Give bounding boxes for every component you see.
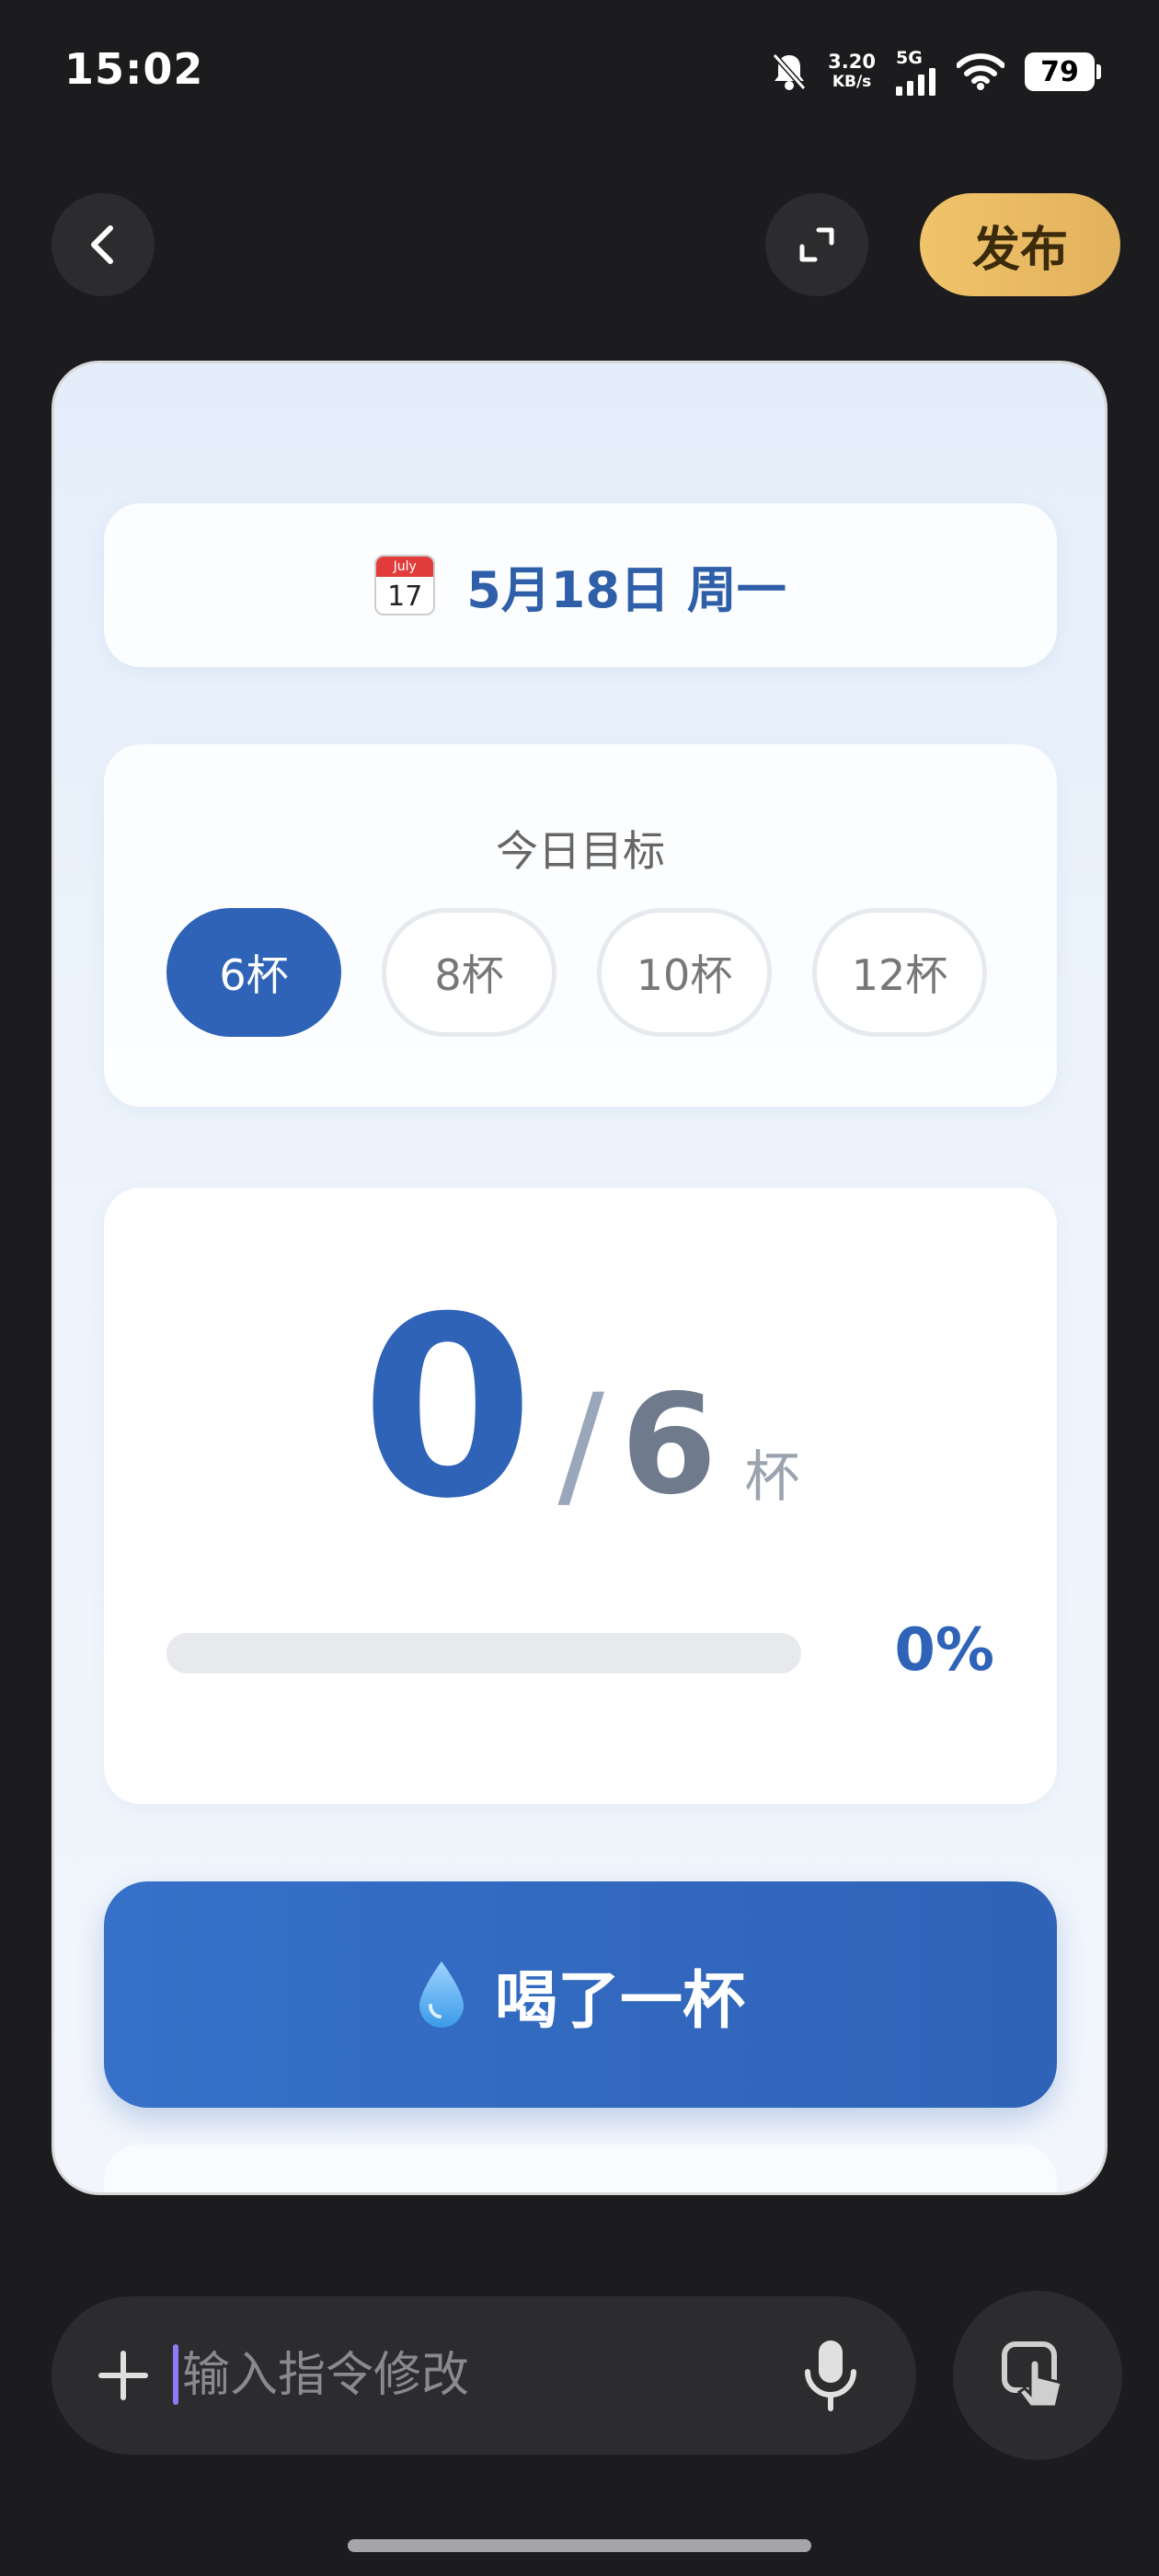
microphone-icon[interactable]	[798, 2337, 863, 2414]
goal-option-10[interactable]: 10杯	[597, 908, 772, 1037]
home-indicator[interactable]	[348, 2539, 811, 2552]
touch-mode-button[interactable]	[953, 2291, 1122, 2460]
water-drop-icon	[419, 1961, 464, 2028]
calendar-icon-day: 17	[387, 581, 423, 613]
goal-options: 6杯 8杯 10杯 12杯	[166, 908, 987, 1037]
calendar-icon: July 17	[374, 555, 436, 615]
publish-button[interactable]: 发布	[920, 193, 1120, 296]
count-unit: 杯	[744, 1445, 800, 1510]
net-speed-value: 3.20	[828, 51, 876, 73]
expand-button[interactable]	[765, 193, 868, 296]
back-button[interactable]	[52, 193, 155, 296]
drink-button[interactable]: 喝了一杯	[104, 1881, 1057, 2108]
date-card: July 17 5月18日 周一	[104, 503, 1057, 667]
battery-icon: 79	[1025, 52, 1101, 91]
plus-icon[interactable]	[96, 2348, 151, 2403]
signal-icon	[896, 68, 935, 96]
goal-card: 今日目标 6杯 8杯 10杯 12杯	[104, 744, 1057, 1107]
progress-percent: 0%	[894, 1616, 994, 1685]
chevron-left-icon	[91, 225, 113, 264]
drink-button-label: 喝了一杯	[494, 1964, 745, 2038]
status-bar: 15:02 3.20 KB/s 5G 79	[0, 0, 1159, 147]
text-caret	[173, 2344, 178, 2405]
command-input[interactable]	[180, 2333, 769, 2418]
wifi-icon	[957, 53, 1004, 90]
bell-muted-icon	[772, 53, 807, 90]
progress-card: 0 / 6 杯 0%	[104, 1188, 1057, 1804]
status-time: 15:02	[64, 44, 204, 94]
goal-count: 6	[621, 1365, 717, 1525]
current-count: 0	[361, 1263, 534, 1553]
goal-option-8[interactable]: 8杯	[382, 908, 557, 1037]
goal-option-6[interactable]: 6杯	[166, 908, 341, 1037]
next-card-peek	[104, 2145, 1057, 2192]
goal-title: 今日目标	[496, 826, 665, 876]
touch-select-icon	[1002, 2341, 1063, 2409]
goal-option-12[interactable]: 12杯	[812, 908, 987, 1037]
network-type: 5G	[896, 48, 923, 68]
cup-counter: 0 / 6 杯	[104, 1263, 1057, 1553]
cell-signal: 5G	[896, 48, 936, 96]
expand-icon	[799, 227, 834, 262]
count-separator: /	[557, 1365, 605, 1525]
command-input-bar	[52, 2296, 916, 2455]
app-preview: July 17 5月18日 周一 今日目标 6杯 8杯 10杯 12杯 0 / …	[52, 361, 1107, 2195]
net-speed-unit: KB/s	[832, 73, 872, 91]
date-label: 5月18日 周一	[466, 560, 786, 619]
net-speed: 3.20 KB/s	[828, 52, 876, 92]
progress-bar	[166, 1633, 801, 1673]
calendar-icon-month: July	[376, 557, 434, 577]
status-icons: 3.20 KB/s 5G 79	[771, 48, 1101, 96]
